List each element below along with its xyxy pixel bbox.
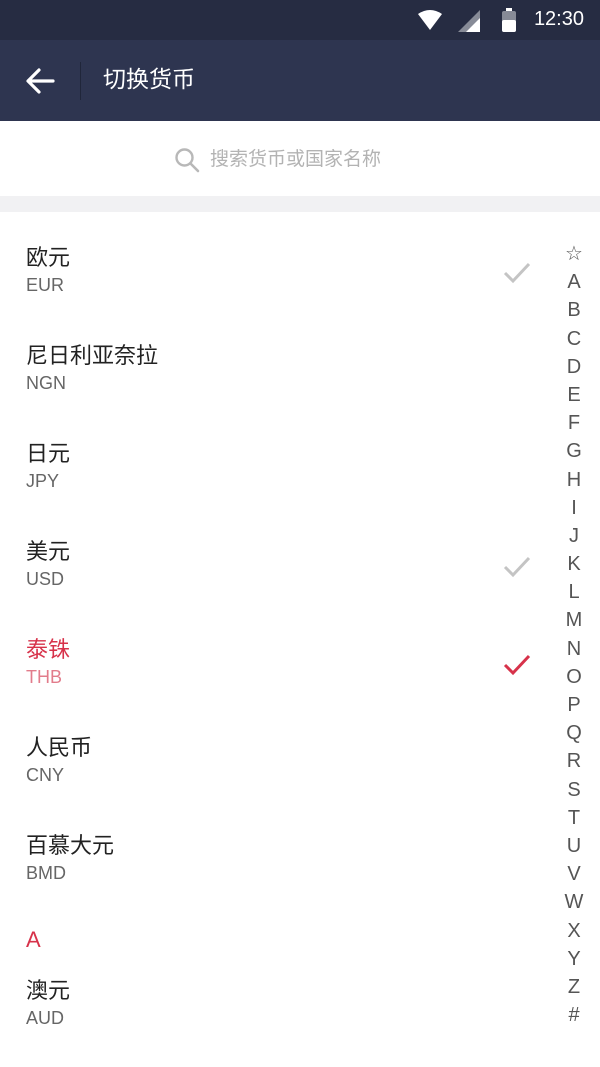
index-letter-w[interactable]: W bbox=[556, 888, 592, 916]
currency-code: NGN bbox=[26, 373, 66, 393]
app-bar-divider bbox=[80, 62, 81, 100]
cell-signal-icon bbox=[458, 10, 480, 32]
currency-row-usd[interactable]: 美元 USD bbox=[0, 506, 555, 604]
currency-name: 欧元 bbox=[26, 246, 71, 271]
battery-icon bbox=[502, 8, 516, 32]
index-letter-y[interactable]: Y bbox=[556, 945, 592, 973]
currency-code: AUD bbox=[26, 1008, 65, 1028]
currency-list: 欧元 EUR 尼日利亚奈拉 NGN 日元 JPY 美元 USD 泰铢 THB 人… bbox=[0, 212, 555, 1028]
index-letter-g[interactable]: G bbox=[556, 437, 592, 465]
index-letter-q[interactable]: Q bbox=[556, 719, 592, 747]
index-letter-o[interactable]: O bbox=[556, 663, 592, 691]
search-input[interactable] bbox=[170, 141, 510, 177]
index-letter-z[interactable]: Z bbox=[556, 973, 592, 1001]
currency-name: 泰铢 bbox=[26, 638, 71, 663]
index-letter-h[interactable]: H bbox=[556, 466, 592, 494]
check-icon bbox=[503, 262, 531, 284]
currency-code: CNY bbox=[26, 765, 65, 785]
currency-row-jpy[interactable]: 日元 JPY bbox=[0, 408, 555, 506]
app-bar: 切换货币 bbox=[0, 40, 600, 121]
index-letter-f[interactable]: F bbox=[556, 409, 592, 437]
currency-row-aud[interactable]: 澳元 AUD bbox=[0, 945, 555, 1043]
currency-name: 澳元 bbox=[26, 979, 71, 1004]
index-letter-j[interactable]: J bbox=[556, 522, 592, 550]
currency-name: 日元 bbox=[26, 442, 71, 467]
currency-code: BMD bbox=[26, 863, 66, 883]
index-letter-k[interactable]: K bbox=[556, 550, 592, 578]
check-icon-selected bbox=[503, 654, 531, 676]
back-arrow-icon bbox=[26, 68, 55, 94]
index-letter-n[interactable]: N bbox=[556, 635, 592, 663]
currency-name: 美元 bbox=[26, 540, 71, 565]
currency-name: 百慕大元 bbox=[26, 834, 115, 859]
currency-code: JPY bbox=[26, 471, 60, 491]
index-letter-s[interactable]: S bbox=[556, 776, 592, 804]
wifi-icon bbox=[418, 10, 442, 30]
currency-row-ngn[interactable]: 尼日利亚奈拉 NGN bbox=[0, 310, 555, 408]
currency-row-thb[interactable]: 泰铢 THB bbox=[0, 604, 555, 702]
currency-row-eur[interactable]: 欧元 EUR bbox=[0, 212, 555, 310]
index-letter-c[interactable]: C bbox=[556, 325, 592, 353]
index-letter-m[interactable]: M bbox=[556, 606, 592, 634]
currency-row-cny[interactable]: 人民币 CNY bbox=[0, 702, 555, 800]
status-bar: 12:30 bbox=[0, 0, 600, 40]
index-letter-a[interactable]: A bbox=[556, 268, 592, 296]
currency-name: 尼日利亚奈拉 bbox=[26, 344, 159, 369]
index-favorites-star-icon[interactable]: ☆ bbox=[556, 240, 592, 268]
index-letter-r[interactable]: R bbox=[556, 747, 592, 775]
index-letter-i[interactable]: I bbox=[556, 494, 592, 522]
currency-row-bmd[interactable]: 百慕大元 BMD bbox=[0, 800, 555, 898]
index-letter-v[interactable]: V bbox=[556, 860, 592, 888]
index-letter-x[interactable]: X bbox=[556, 917, 592, 945]
search-bar bbox=[0, 121, 600, 196]
currency-code: EUR bbox=[26, 275, 65, 295]
currency-code: USD bbox=[26, 569, 65, 589]
index-letter-t[interactable]: T bbox=[556, 804, 592, 832]
list-separator bbox=[0, 196, 600, 212]
index-letter-d[interactable]: D bbox=[556, 353, 592, 381]
page-title: 切换货币 bbox=[103, 67, 195, 93]
alphabet-index[interactable]: ☆ A B C D E F G H I J K L M N O P Q R S … bbox=[556, 240, 592, 1029]
currency-name: 人民币 bbox=[26, 736, 93, 761]
index-letter-hash[interactable]: # bbox=[556, 1001, 592, 1029]
status-time: 12:30 bbox=[533, 8, 584, 30]
index-letter-l[interactable]: L bbox=[556, 578, 592, 606]
index-letter-e[interactable]: E bbox=[556, 381, 592, 409]
currency-code: THB bbox=[26, 667, 62, 687]
index-letter-p[interactable]: P bbox=[556, 691, 592, 719]
back-button[interactable] bbox=[14, 58, 66, 104]
index-letter-b[interactable]: B bbox=[556, 296, 592, 324]
check-icon bbox=[503, 556, 531, 578]
index-letter-u[interactable]: U bbox=[556, 832, 592, 860]
